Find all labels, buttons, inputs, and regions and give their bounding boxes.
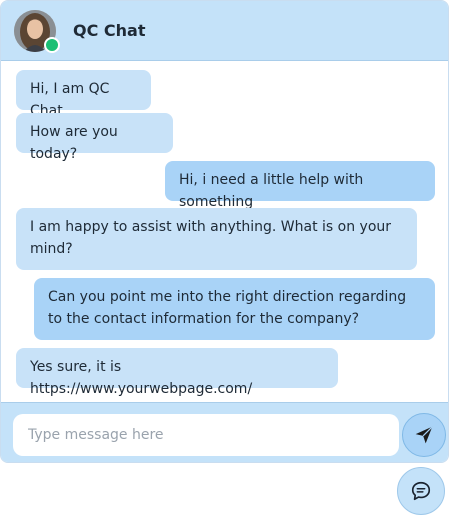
online-status-dot <box>44 37 60 53</box>
composer <box>1 402 448 462</box>
bot-message: I am happy to assist with anything. What… <box>16 208 417 270</box>
message-input[interactable] <box>13 414 399 456</box>
message-list: Hi, I am QC Chat How are you today? Hi, … <box>1 62 448 402</box>
chat-window: QC Chat Hi, I am QC Chat How are you tod… <box>0 0 449 463</box>
chat-title: QC Chat <box>73 21 146 40</box>
send-icon <box>415 426 433 444</box>
chat-launcher-button[interactable] <box>397 467 445 515</box>
bot-message: How are you today? <box>16 113 173 162</box>
user-message: Hi, i need a little help with something <box>165 161 435 210</box>
bot-message: Hi, I am QC Chat <box>16 70 151 119</box>
user-message: Can you point me into the right directio… <box>34 278 435 340</box>
chat-header: QC Chat <box>1 1 448 61</box>
send-button[interactable] <box>402 413 446 457</box>
chat-bubble-icon <box>411 481 431 501</box>
bot-message: Yes sure, it is https://www.yourwebpage.… <box>16 348 338 397</box>
